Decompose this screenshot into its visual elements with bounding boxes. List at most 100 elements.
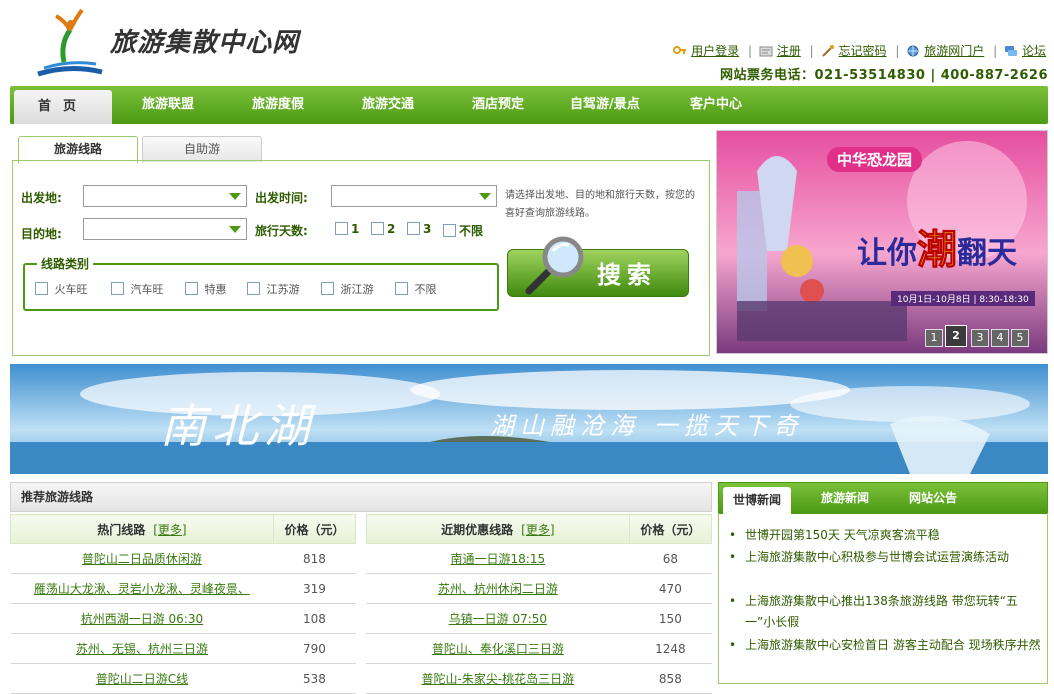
table-row: 普陀山二日游C线 538 普陀山-朱家尖-桃花岛三日游 858 [10, 663, 712, 694]
recent-more-link[interactable]: [更多] [521, 523, 554, 537]
route-type-bus[interactable]: 汽车旺 [111, 281, 164, 297]
news-list: 世博开园第150天 天气凉爽客流平稳 上海旅游集散中心积极参与世博会试运营演练活… [718, 513, 1048, 684]
forgot-password-link[interactable]: 忘记密码 [839, 44, 887, 58]
promo-slogan: 让你潮翻天 [857, 227, 1017, 274]
hot-route-price: 790 [273, 633, 356, 664]
destination-select[interactable] [83, 218, 247, 240]
recent-route-link[interactable]: 乌镇一日游 07:50 [366, 603, 630, 634]
depart-select[interactable] [83, 185, 247, 207]
recent-route-price: 150 [629, 603, 712, 634]
recommended-heading: 推荐旅游线路 [10, 482, 712, 512]
banner-page-5[interactable]: 5 [1011, 329, 1029, 347]
promo-badge: 中华恐龙园 [827, 147, 923, 172]
register-icon [759, 45, 773, 57]
chevron-down-icon [229, 226, 241, 233]
tab-travel-news[interactable]: 旅游新闻 [821, 483, 869, 513]
checkbox[interactable] [335, 222, 348, 235]
news-tabs: 世博新闻 旅游新闻 网站公告 [718, 482, 1048, 514]
days-option-1[interactable]: 1 [335, 222, 359, 236]
tab-tour-routes[interactable]: 旅游线路 [18, 136, 138, 163]
tab-expo-news[interactable]: 世博新闻 [723, 487, 792, 514]
forum-link[interactable]: 论坛 [1022, 44, 1046, 58]
main-nav: 首页 旅游联盟 旅游度假 旅游交通 酒店预定 自驾游/景点 客户中心 [10, 86, 1048, 124]
hot-route-price: 818 [273, 543, 356, 574]
route-search-panel: 旅游线路 自助游 出发地: 出发时间: 目的地: 旅行天数: 1 2 3 不限 … [12, 130, 710, 356]
recent-route-price: 858 [629, 663, 712, 694]
nav-vacation[interactable]: 旅游度假 [252, 86, 304, 124]
checkbox[interactable] [443, 224, 456, 237]
news-item[interactable]: 上海旅游集散中心安检首日 游客主动配合 现场秩序井然 [729, 635, 1041, 656]
hot-route-link[interactable]: 杭州西湖一日游 06:30 [10, 603, 274, 634]
depart-time-select[interactable] [331, 185, 497, 207]
recent-routes-header: 近期优惠线路 [更多] [365, 514, 630, 544]
nav-transport[interactable]: 旅游交通 [362, 86, 414, 124]
table-row: 杭州西湖一日游 06:30 108 乌镇一日游 07:50 150 [10, 603, 712, 634]
recommended-routes: 推荐旅游线路 热门线路 [更多] 价格（元） 近期优惠线路 [更多] 价格（元） 普… [10, 482, 713, 694]
login-link[interactable]: 用户登录 [691, 44, 739, 58]
recent-route-link[interactable]: 南通一日游18:15 [366, 543, 630, 574]
nav-customer-center[interactable]: 客户中心 [690, 86, 742, 124]
banner-page-1[interactable]: 1 [925, 329, 943, 347]
banner-page-4[interactable]: 4 [991, 329, 1009, 347]
hot-more-link[interactable]: [更多] [153, 523, 186, 537]
hot-route-price: 538 [273, 663, 356, 694]
news-panel: 世博新闻 旅游新闻 网站公告 世博开园第150天 天气凉爽客流平稳 上海旅游集散… [718, 482, 1048, 684]
hot-route-link[interactable]: 普陀山二日游C线 [10, 663, 274, 694]
days-label: 旅行天数: [255, 224, 308, 238]
nav-home[interactable]: 首页 [14, 90, 112, 124]
checkbox[interactable] [407, 222, 420, 235]
hot-route-price: 319 [273, 573, 356, 604]
nanbeihu-banner[interactable]: 南北湖 湖山融沧海 一揽天下奇 [10, 364, 1048, 474]
banner-slogan: 湖山融沧海 一揽天下奇 [490, 412, 804, 440]
nav-tourism-alliance[interactable]: 旅游联盟 [142, 86, 194, 124]
hot-route-link[interactable]: 雁荡山大龙湫、灵岩小龙湫、灵峰夜景、 [10, 573, 274, 604]
key-icon [673, 45, 687, 57]
wand-icon [821, 45, 835, 57]
nav-self-drive[interactable]: 自驾游/景点 [570, 86, 640, 124]
hot-route-link[interactable]: 普陀山二日品质休闲游 [10, 543, 274, 574]
route-type-special[interactable]: 特惠 [185, 281, 227, 297]
hot-routes-header: 热门线路 [更多] [10, 514, 274, 544]
search-button[interactable]: 搜索 [507, 236, 689, 297]
recent-route-price: 470 [629, 573, 712, 604]
site-name: 旅游集散中心网 [110, 28, 300, 58]
logo-figure-icon [37, 8, 103, 77]
route-type-group: 线路类别 火车旺 汽车旺 特惠 江苏游 浙江游 不限 [23, 255, 499, 311]
recent-route-price: 68 [629, 543, 712, 574]
hot-price-header: 价格（元） [272, 514, 357, 544]
promo-dates: 10月1日-10月8日 | 8:30-18:30 [891, 291, 1035, 306]
banner-page-2[interactable]: 2 [945, 325, 967, 347]
days-option-3[interactable]: 3 [407, 222, 431, 236]
news-item[interactable]: 上海旅游集散中心推出138条旅游线路 带您玩转“五一”小长假 [729, 591, 1041, 633]
nav-hotel-booking[interactable]: 酒店预定 [472, 86, 524, 124]
depart-time-label: 出发时间: [255, 191, 308, 205]
news-item[interactable]: 上海旅游集散中心积极参与世博会试运营演练活动 [729, 547, 1041, 568]
checkbox[interactable] [371, 222, 384, 235]
days-option-any[interactable]: 不限 [443, 222, 483, 239]
hot-route-price: 108 [273, 603, 356, 634]
news-item[interactable]: 世博开园第150天 天气凉爽客流平稳 [729, 525, 1041, 546]
tab-self-guided[interactable]: 自助游 [142, 136, 262, 162]
banner-page-3[interactable]: 3 [971, 329, 989, 347]
magnifier-icon [525, 236, 584, 295]
table-row: 苏州、无锡、杭州三日游 790 普陀山、奉化溪口三日游 1248 [10, 633, 712, 664]
route-type-jiangsu[interactable]: 江苏游 [247, 281, 300, 297]
search-tip: 请选择出发地、目的地和旅行天数，按您的喜好查询旅游线路。 [505, 190, 695, 219]
portal-link[interactable]: 旅游网门户 [924, 44, 984, 58]
route-type-any[interactable]: 不限 [395, 281, 437, 297]
route-type-zhejiang[interactable]: 浙江游 [321, 281, 374, 297]
table-row: 雁荡山大龙湫、灵岩小龙湫、灵峰夜景、 319 苏州、杭州休闲二日游 470 [10, 573, 712, 604]
recent-route-link[interactable]: 苏州、杭州休闲二日游 [366, 573, 630, 604]
recent-route-link[interactable]: 普陀山-朱家尖-桃花岛三日游 [366, 663, 630, 694]
route-type-legend: 线路类别 [37, 255, 94, 272]
register-link[interactable]: 注册 [777, 44, 801, 58]
route-type-train[interactable]: 火车旺 [35, 281, 88, 297]
days-option-2[interactable]: 2 [371, 222, 395, 236]
table-row: 普陀山二日品质休闲游 818 南通一日游18:15 68 [10, 543, 712, 574]
promo-banner[interactable]: 中华恐龙园 让你潮翻天 10月1日-10月8日 | 8:30-18:30 1 2… [716, 130, 1048, 354]
top-links: 用户登录 | 注册 | 忘记密码 | 旅游网门户 | 论坛 [673, 42, 1048, 59]
banner-title: 南北湖 [160, 399, 316, 453]
recent-route-link[interactable]: 普陀山、奉化溪口三日游 [366, 633, 630, 664]
hot-route-link[interactable]: 苏州、无锡、杭州三日游 [10, 633, 274, 664]
tab-site-notice[interactable]: 网站公告 [909, 483, 957, 513]
